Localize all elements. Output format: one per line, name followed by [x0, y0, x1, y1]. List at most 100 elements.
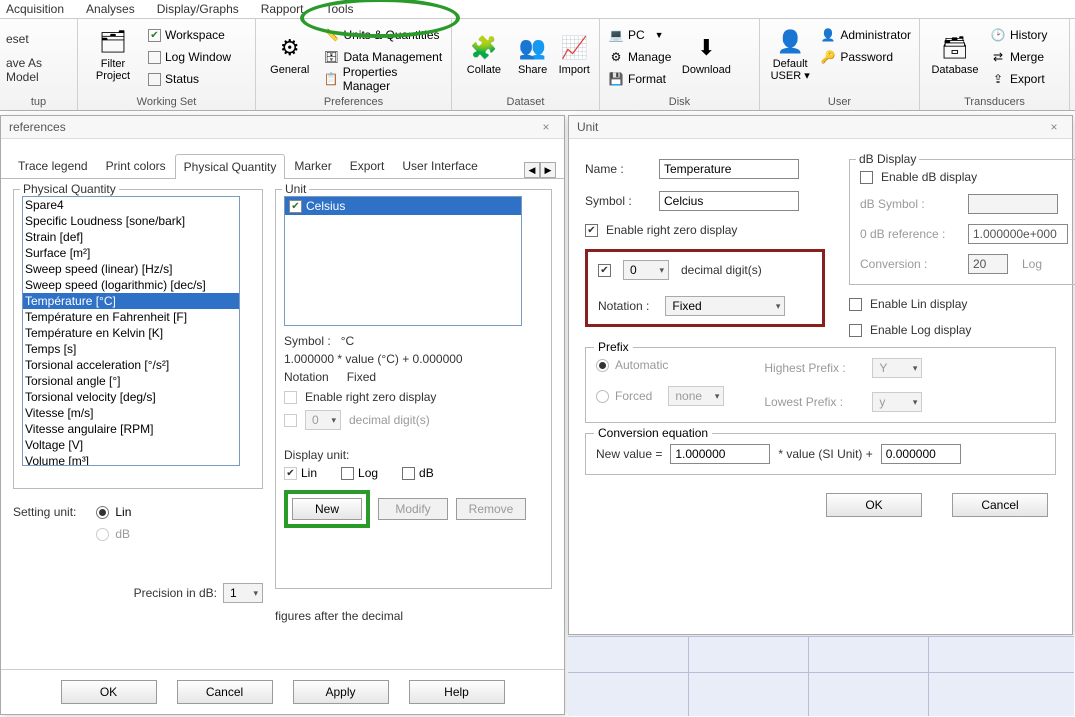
decimal-select[interactable]: 0 — [623, 260, 669, 280]
log-label: Log — [1022, 257, 1042, 271]
password-button[interactable]: 🔑Password — [818, 47, 913, 67]
export-icon: ⇪ — [990, 71, 1006, 87]
enable-zero-row[interactable]: Enable right zero display — [284, 390, 543, 404]
enable-zero-checkbox[interactable]: Enable right zero display — [585, 223, 825, 237]
close-icon[interactable]: × — [1044, 120, 1064, 134]
import-button[interactable]: 📈Import — [555, 21, 593, 87]
tab-trace-legend[interactable]: Trace legend — [9, 153, 97, 178]
list-item[interactable]: Volume [m³] — [23, 453, 239, 466]
key-icon: 🔑 — [820, 49, 836, 65]
list-item[interactable]: Temps [s] — [23, 341, 239, 357]
symbol-input[interactable] — [659, 191, 799, 211]
menu-acquisition[interactable]: Acquisition — [6, 2, 64, 16]
list-item[interactable]: Spare4 — [23, 197, 239, 213]
list-item[interactable]: Strain [def] — [23, 229, 239, 245]
ref-input — [968, 224, 1068, 244]
list-item[interactable]: Sweep speed (logarithmic) [dec/s] — [23, 277, 239, 293]
tab-scroll-left[interactable]: ◀ — [524, 162, 540, 178]
apply-button[interactable]: Apply — [293, 680, 389, 704]
enable-log-checkbox[interactable]: Enable Log display — [849, 323, 1075, 337]
tab-print-colors[interactable]: Print colors — [97, 153, 175, 178]
default-user-button[interactable]: 👤Default USER ▾ — [766, 21, 814, 87]
user-icon: 👤 — [774, 26, 806, 58]
preferences-title: references — [9, 120, 66, 134]
tab-scroll-right[interactable]: ▶ — [540, 162, 556, 178]
setting-lin-radio[interactable]: Lin — [96, 505, 131, 519]
list-item[interactable]: Température en Fahrenheit [F] — [23, 309, 239, 325]
unit-ok-button[interactable]: OK — [826, 493, 922, 517]
save-as-model-button[interactable]: ave As Model — [6, 56, 71, 84]
list-item[interactable]: Surface [m²] — [23, 245, 239, 261]
du-log-checkbox[interactable]: Log — [341, 466, 378, 480]
cancel-button[interactable]: Cancel — [177, 680, 273, 704]
prefix-auto-radio[interactable]: Automatic — [596, 358, 724, 372]
notation-select[interactable]: Fixed — [665, 296, 785, 316]
list-item[interactable]: Torsional angle [°] — [23, 373, 239, 389]
list-item[interactable]: Température en Kelvin [K] — [23, 325, 239, 341]
tab-user-interface[interactable]: User Interface — [393, 153, 486, 178]
conversion-legend: Conversion equation — [594, 426, 712, 440]
tab-export[interactable]: Export — [341, 153, 394, 178]
tab-physical-quantity[interactable]: Physical Quantity — [175, 154, 286, 179]
new-button[interactable]: New — [292, 498, 362, 520]
format-button[interactable]: 💾Format — [606, 69, 673, 89]
list-item[interactable]: Torsional acceleration [°/s²] — [23, 357, 239, 373]
reset-button[interactable]: eset — [6, 32, 29, 46]
manage-button[interactable]: ⚙Manage — [606, 47, 673, 67]
list-item[interactable]: Sweep speed (linear) [Hz/s] — [23, 261, 239, 277]
list-item[interactable]: Vitesse angulaire [RPM] — [23, 421, 239, 437]
tab-marker[interactable]: Marker — [285, 153, 340, 178]
enable-lin-checkbox[interactable]: Enable Lin display — [849, 297, 1075, 311]
group-workingset-label: Working Set — [84, 94, 249, 110]
general-prefs-button[interactable]: ⚙ General — [262, 21, 317, 87]
pc-dropdown[interactable]: 💻PC▼ — [606, 25, 673, 45]
du-db-checkbox[interactable]: dB — [402, 466, 434, 480]
filter-project-button[interactable]: 🗂 Filter Project — [84, 21, 142, 87]
import-icon: 📈 — [558, 32, 590, 64]
name-input[interactable] — [659, 159, 799, 179]
administrator-button[interactable]: 👤Administrator — [818, 25, 913, 45]
export-button[interactable]: ⇪Export — [988, 69, 1049, 89]
prefix-forced-radio[interactable]: Forcednone — [596, 386, 724, 406]
offset-input[interactable] — [881, 444, 961, 464]
collate-button[interactable]: 🧩Collate — [458, 21, 510, 87]
workspace-toggle[interactable]: Workspace — [146, 25, 233, 45]
setting-db-radio[interactable]: dB — [96, 527, 131, 541]
physical-quantity-list[interactable]: Spare4Specific Loudness [sone/bark]Strai… — [22, 196, 240, 466]
enable-db-checkbox[interactable]: Enable dB display — [860, 170, 1068, 184]
multiplier-input[interactable] — [670, 444, 770, 464]
list-item[interactable]: Torsional velocity [deg/s] — [23, 389, 239, 405]
menu-tools[interactable]: Tools — [325, 2, 353, 16]
du-lin-checkbox[interactable]: Lin — [284, 466, 317, 480]
help-button[interactable]: Help — [409, 680, 505, 704]
ok-button[interactable]: OK — [61, 680, 157, 704]
unit-list[interactable]: Celsius — [284, 196, 522, 326]
data-management-button[interactable]: 🗄Data Management — [321, 47, 445, 67]
close-icon[interactable]: × — [536, 120, 556, 134]
download-button[interactable]: ⬇Download — [677, 21, 735, 87]
precision-label: Precision in dB: — [134, 586, 217, 600]
menu-analyses[interactable]: Analyses — [86, 2, 135, 16]
database-button[interactable]: 🗃Database — [926, 21, 984, 87]
precision-select[interactable]: 1 — [223, 583, 263, 603]
menu-display[interactable]: Display/Graphs — [157, 2, 239, 16]
figures-after-label: figures after the decimal — [275, 609, 552, 623]
clock-icon: 🕑 — [990, 27, 1006, 43]
menu-bar: Acquisition Analyses Display/Graphs Rapp… — [0, 0, 1075, 19]
status-toggle[interactable]: Status — [146, 69, 233, 89]
unit-cancel-button[interactable]: Cancel — [952, 493, 1048, 517]
properties-manager-button[interactable]: 📋Properties Manager — [321, 69, 445, 89]
menu-rapport[interactable]: Rapport — [261, 2, 304, 16]
merge-button[interactable]: ⇄Merge — [988, 47, 1049, 67]
ribbon: eset ave As Model tup 🗂 Filter Project W… — [0, 19, 1075, 111]
decimal-checkbox[interactable] — [598, 264, 611, 277]
setting-unit-label: Setting unit: — [13, 505, 76, 519]
units-quantities-button[interactable]: 📏Units & Quantities — [321, 25, 445, 45]
log-window-toggle[interactable]: Log Window — [146, 47, 233, 67]
list-item[interactable]: Specific Loudness [sone/bark] — [23, 213, 239, 229]
list-item[interactable]: Vitesse [m/s] — [23, 405, 239, 421]
share-button[interactable]: 👥Share — [514, 21, 552, 87]
list-item[interactable]: Température [°C] — [23, 293, 239, 309]
list-item[interactable]: Voltage [V] — [23, 437, 239, 453]
history-button[interactable]: 🕑History — [988, 25, 1049, 45]
